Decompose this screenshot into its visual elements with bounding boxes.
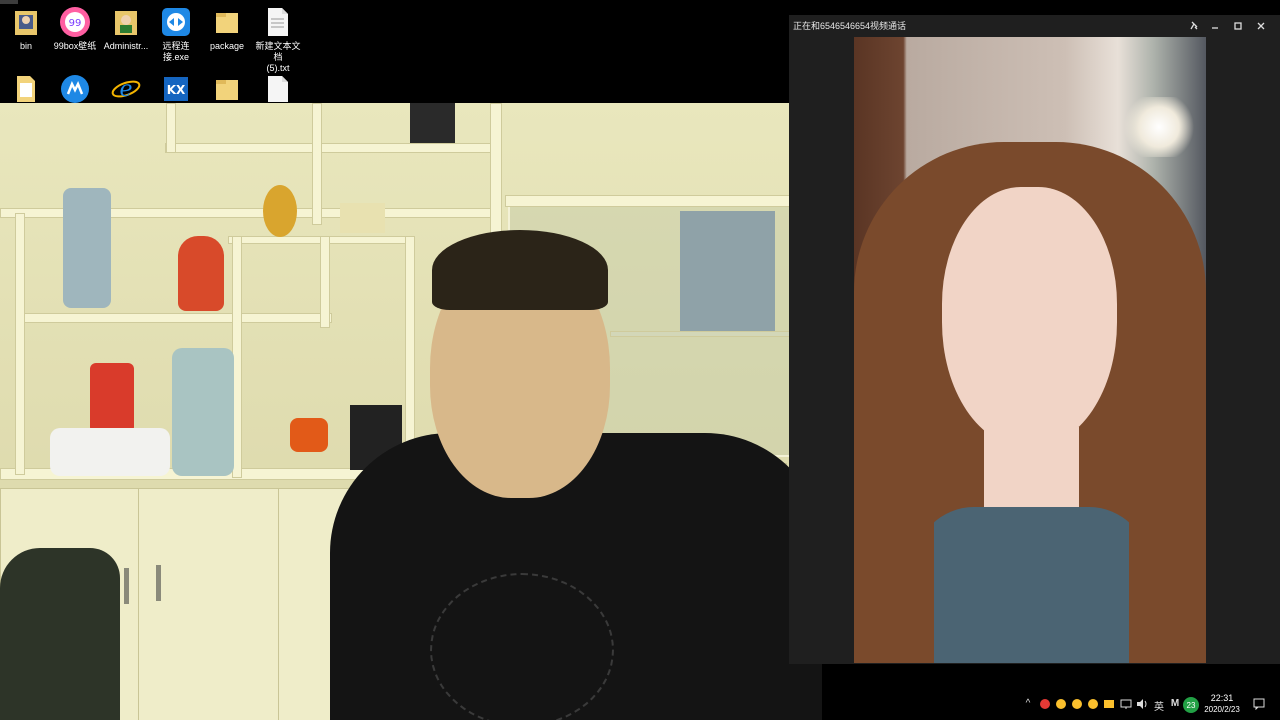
desktop-icon-label: 远程连接.exe	[162, 41, 190, 62]
shelf-upright	[166, 103, 176, 153]
toy-figure	[178, 236, 224, 311]
tray-app-icon[interactable]	[1102, 698, 1116, 710]
ceiling-light	[1119, 97, 1199, 157]
file-icon	[10, 73, 42, 105]
video-call-window[interactable]: 正在和6546546654视频通话	[789, 15, 1280, 664]
tray-qq-icon[interactable]	[1086, 698, 1100, 710]
shelf-upright	[15, 213, 25, 475]
desktop-icon-label: bin	[19, 41, 32, 51]
local-video-feed	[0, 103, 822, 720]
desktop-icon-administrator[interactable]: Administr...	[100, 6, 152, 52]
clock-date: 2020/2/23	[1204, 705, 1240, 714]
app-99box-icon: 99	[59, 6, 91, 38]
desktop-icon-folder-2[interactable]	[201, 73, 253, 105]
desktop-icon-99box[interactable]: 99 99box壁纸	[49, 6, 101, 52]
red-prop	[90, 363, 134, 433]
tray-app-icon[interactable]	[1038, 698, 1052, 710]
desktop-icon-bin[interactable]: bin	[0, 6, 52, 52]
desktop-icon-label: package	[209, 41, 245, 51]
tray-qq-icon[interactable]	[1054, 698, 1068, 710]
app-blue-icon	[59, 73, 91, 105]
call-title: 正在和6546546654视频通话	[793, 21, 907, 31]
notification-icon[interactable]	[1252, 698, 1266, 710]
svg-text:KX: KX	[167, 83, 186, 97]
remote-person-hair-left	[854, 417, 934, 663]
shelf-upright	[312, 103, 322, 225]
desktop-icon-app-kx[interactable]: KX	[150, 73, 202, 105]
kettle	[172, 348, 234, 476]
desktop-icon-file-2[interactable]	[252, 73, 304, 105]
remote-person-hair-right	[1129, 417, 1206, 663]
m-icon[interactable]: M	[1168, 698, 1182, 709]
desktop-icon-label: Administr...	[103, 41, 149, 51]
desktop-icon-package[interactable]: package	[201, 6, 253, 52]
app-kx-icon: KX	[160, 73, 192, 105]
desktop-icon-ie[interactable]: e	[100, 73, 152, 105]
maximize-icon[interactable]	[1228, 17, 1248, 34]
desktop-icon-textfile[interactable]: 新建文本文档 (5).txt	[252, 6, 304, 74]
remote-video-feed	[854, 37, 1206, 663]
trophy-figure	[263, 185, 297, 237]
folder-icon	[211, 73, 243, 105]
clock[interactable]: 22:31 2020/2/23	[1197, 693, 1247, 715]
glass-shelf	[610, 331, 792, 337]
water-bottle	[63, 188, 111, 308]
jacket	[0, 548, 120, 720]
shelf-board	[20, 313, 332, 323]
user-folder-icon	[110, 6, 142, 38]
clock-time: 22:31	[1210, 693, 1234, 703]
desktop-icon-remote[interactable]: 远程连接.exe	[150, 6, 202, 63]
cabinet-handle	[124, 568, 129, 604]
box-prop	[680, 211, 775, 331]
text-file-icon	[262, 6, 294, 38]
box-prop-small	[340, 203, 385, 233]
teamviewer-icon	[160, 6, 192, 38]
ie-icon: e	[110, 73, 142, 105]
dark-prop	[410, 103, 455, 143]
desktop-icon-label: 99box壁纸	[53, 41, 97, 51]
taskbar: ^ 英 M 23 22:31 2020/2/23	[822, 690, 1280, 720]
desktop-icon-app-blue[interactable]	[49, 73, 101, 105]
tray-expand-icon[interactable]: ^	[1021, 698, 1035, 709]
shirt-print	[430, 573, 614, 720]
close-icon[interactable]	[1251, 17, 1271, 34]
shelf-board	[165, 143, 497, 153]
desktop-icon-label: 新建文本文档 (5).txt	[255, 41, 301, 73]
volume-icon[interactable]	[1135, 698, 1149, 710]
folder-icon	[211, 6, 243, 38]
remote-person-top	[914, 507, 1149, 663]
folder-user-icon	[10, 6, 42, 38]
white-cloth	[50, 428, 170, 476]
person-hair	[432, 230, 608, 310]
minimize-icon[interactable]	[1205, 17, 1225, 34]
cabinet-door	[138, 488, 280, 720]
file-icon	[262, 73, 294, 105]
cabinet-top	[505, 195, 812, 207]
svg-text:99: 99	[69, 18, 82, 29]
network-icon[interactable]	[1119, 698, 1133, 710]
shelf-upright	[320, 236, 330, 328]
ime-indicator[interactable]: 英	[1152, 698, 1166, 713]
remote-person-face	[942, 187, 1117, 447]
orange-toy	[290, 418, 328, 452]
tray-qq-icon[interactable]	[1070, 698, 1084, 710]
top-left-bar	[0, 0, 18, 4]
pin-icon[interactable]	[1184, 17, 1204, 34]
desktop-icon-file-1[interactable]	[0, 73, 52, 105]
cabinet-handle	[156, 565, 161, 601]
svg-text:e: e	[119, 77, 132, 102]
